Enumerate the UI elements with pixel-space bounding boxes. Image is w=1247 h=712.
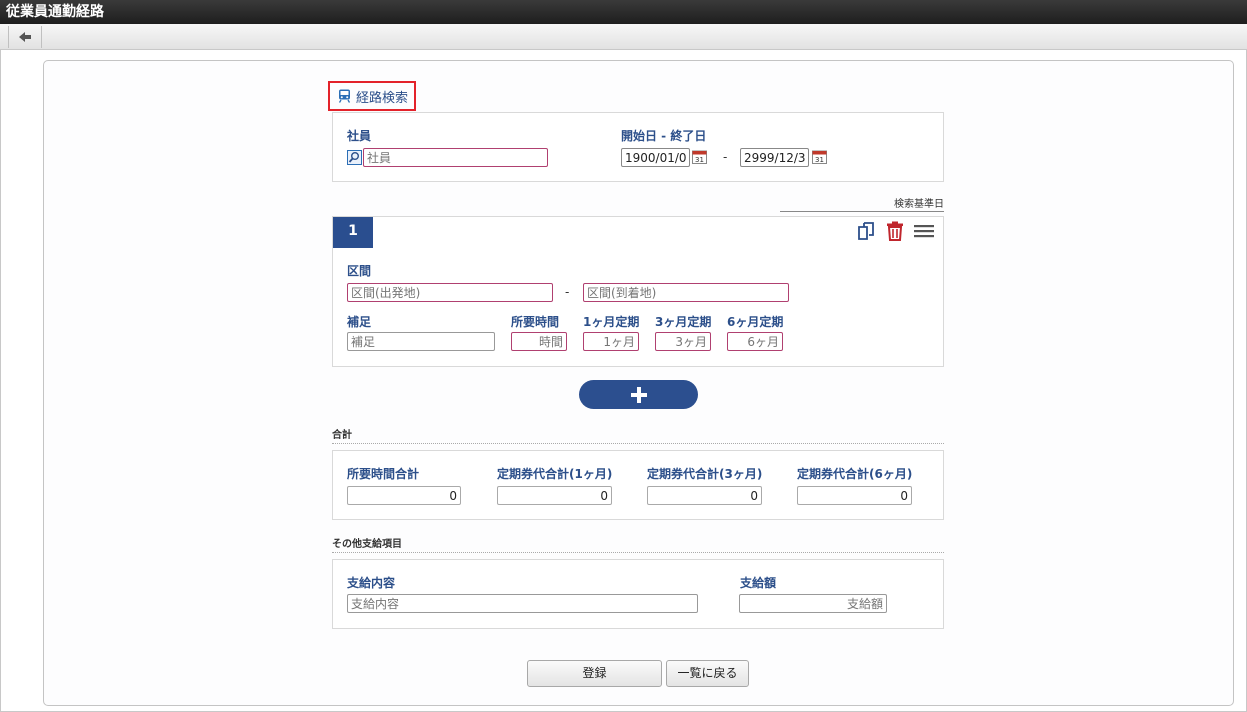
note-label: 補足 <box>347 315 372 329</box>
m1-label: 1ヶ月定期 <box>583 315 640 329</box>
reorder-handle[interactable] <box>913 220 935 242</box>
arrival-input[interactable] <box>583 283 789 302</box>
plus-icon <box>630 386 647 403</box>
svg-text:31: 31 <box>695 156 704 164</box>
total-m6-label: 定期券代合計(6ヶ月) <box>797 467 913 481</box>
m3-label: 3ヶ月定期 <box>655 315 712 329</box>
copy-button[interactable] <box>855 220 877 242</box>
segment-number: 1 <box>333 217 373 248</box>
trash-icon <box>887 221 903 241</box>
arrow-left-icon <box>19 32 31 42</box>
total-m1-label: 定期券代合計(1ヶ月) <box>497 467 613 481</box>
total-time-label: 所要時間合計 <box>347 467 420 481</box>
section-label: 区間 <box>347 264 372 278</box>
m6-input[interactable] <box>727 332 783 351</box>
total-m6-field <box>797 486 912 505</box>
total-m1-field <box>497 486 612 505</box>
employee-label: 社員 <box>347 129 372 143</box>
totals-title: 合計 <box>332 426 944 444</box>
time-input[interactable] <box>511 332 567 351</box>
end-date-input[interactable] <box>740 148 809 167</box>
calendar-icon[interactable]: 31 <box>812 149 827 164</box>
departure-input[interactable] <box>347 283 553 302</box>
m1-input[interactable] <box>583 332 639 351</box>
time-label: 所要時間 <box>511 315 560 329</box>
route-search-link[interactable]: 経路検索 <box>328 81 416 111</box>
period-label: 開始日 - 終了日 <box>621 129 707 143</box>
segment-separator: - <box>565 285 570 299</box>
start-date-input[interactable] <box>621 148 690 167</box>
copy-icon <box>858 222 874 240</box>
train-icon <box>338 89 351 103</box>
employee-input[interactable] <box>363 148 548 167</box>
back-to-list-button[interactable]: 一覧に戻る <box>666 660 749 687</box>
delete-button[interactable] <box>884 220 906 242</box>
note-input[interactable] <box>347 332 495 351</box>
register-button[interactable]: 登録 <box>527 660 662 687</box>
content-input[interactable] <box>347 594 698 613</box>
m3-input[interactable] <box>655 332 711 351</box>
search-icon[interactable] <box>347 150 362 165</box>
totals-section <box>332 450 944 520</box>
other-title: その他支給項目 <box>332 535 944 553</box>
date-separator: - <box>723 150 728 164</box>
route-search-label: 経路検索 <box>356 90 409 106</box>
hamburger-icon <box>914 225 934 238</box>
back-button[interactable] <box>8 26 42 48</box>
window-title: 従業員通勤経路 <box>0 0 1247 24</box>
total-time-field <box>347 486 461 505</box>
add-segment-button[interactable] <box>579 380 698 409</box>
total-m3-label: 定期券代合計(3ヶ月) <box>647 467 763 481</box>
total-m3-field <box>647 486 762 505</box>
content-label: 支給内容 <box>347 576 396 590</box>
toolbar <box>0 24 1247 50</box>
employee-period-section <box>332 112 944 182</box>
svg-text:31: 31 <box>815 156 824 164</box>
amount-input[interactable] <box>739 594 887 613</box>
m6-label: 6ヶ月定期 <box>727 315 784 329</box>
calendar-icon[interactable]: 31 <box>692 149 707 164</box>
amount-label: 支給額 <box>740 576 777 590</box>
search-base-date-label: 検索基準日 <box>780 195 944 212</box>
